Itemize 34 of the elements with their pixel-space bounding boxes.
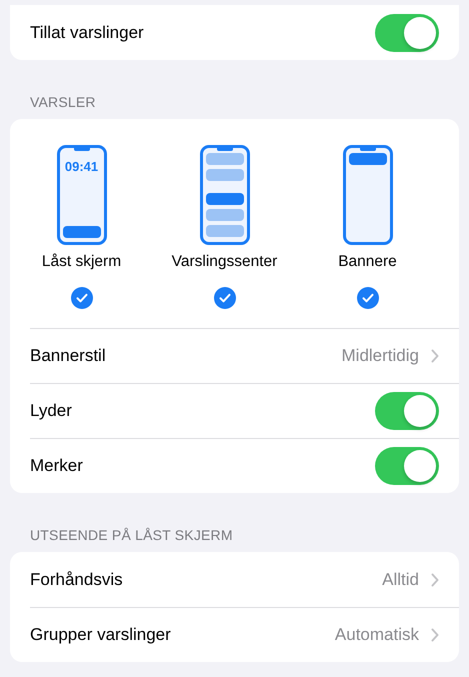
section-header: UTSEENDE PÅ LÅST SKJERM	[29, 526, 234, 545]
style-label: Låst skjerm	[42, 253, 122, 271]
section-header: VARSLER	[29, 93, 97, 112]
row-label: Bannerstil	[30, 346, 107, 366]
checkmark-icon[interactable]	[214, 287, 236, 309]
row-label: Grupper varslinger	[30, 625, 172, 645]
row-value: Midlertidig	[342, 346, 419, 366]
row-value: Automatisk	[334, 625, 419, 645]
toggle-switch[interactable]	[375, 14, 439, 52]
style-label: Bannere	[338, 253, 397, 271]
notification-bar	[206, 209, 244, 221]
chevron-icon[interactable]	[431, 572, 439, 586]
phone-drawing[interactable]	[200, 145, 250, 245]
toggle-switch[interactable]	[375, 392, 439, 430]
chevron-icon[interactable]	[431, 349, 439, 363]
notification-bar	[348, 153, 386, 165]
row-value: Alltid	[382, 570, 419, 590]
checkmark-icon[interactable]	[70, 287, 92, 309]
toggle-switch[interactable]	[375, 447, 439, 485]
notification-bar	[62, 226, 100, 238]
style-label: Varslingssenter	[172, 253, 278, 271]
notification-bar	[206, 169, 244, 181]
row-label: Tillat varslinger	[30, 22, 145, 42]
checkmark-icon[interactable]	[356, 287, 378, 309]
row-label: Lyder	[30, 401, 73, 421]
notification-bar	[206, 193, 244, 205]
row-label: Forhåndsvis	[30, 570, 124, 590]
phone-drawing[interactable]	[342, 145, 392, 245]
row-label: Merker	[30, 456, 84, 476]
chevron-icon[interactable]	[431, 628, 439, 642]
notification-bar	[206, 225, 244, 237]
notification-bar	[206, 153, 244, 165]
phone-drawing[interactable]: 09:41	[56, 145, 106, 245]
clock-time: 09:41	[64, 159, 98, 174]
